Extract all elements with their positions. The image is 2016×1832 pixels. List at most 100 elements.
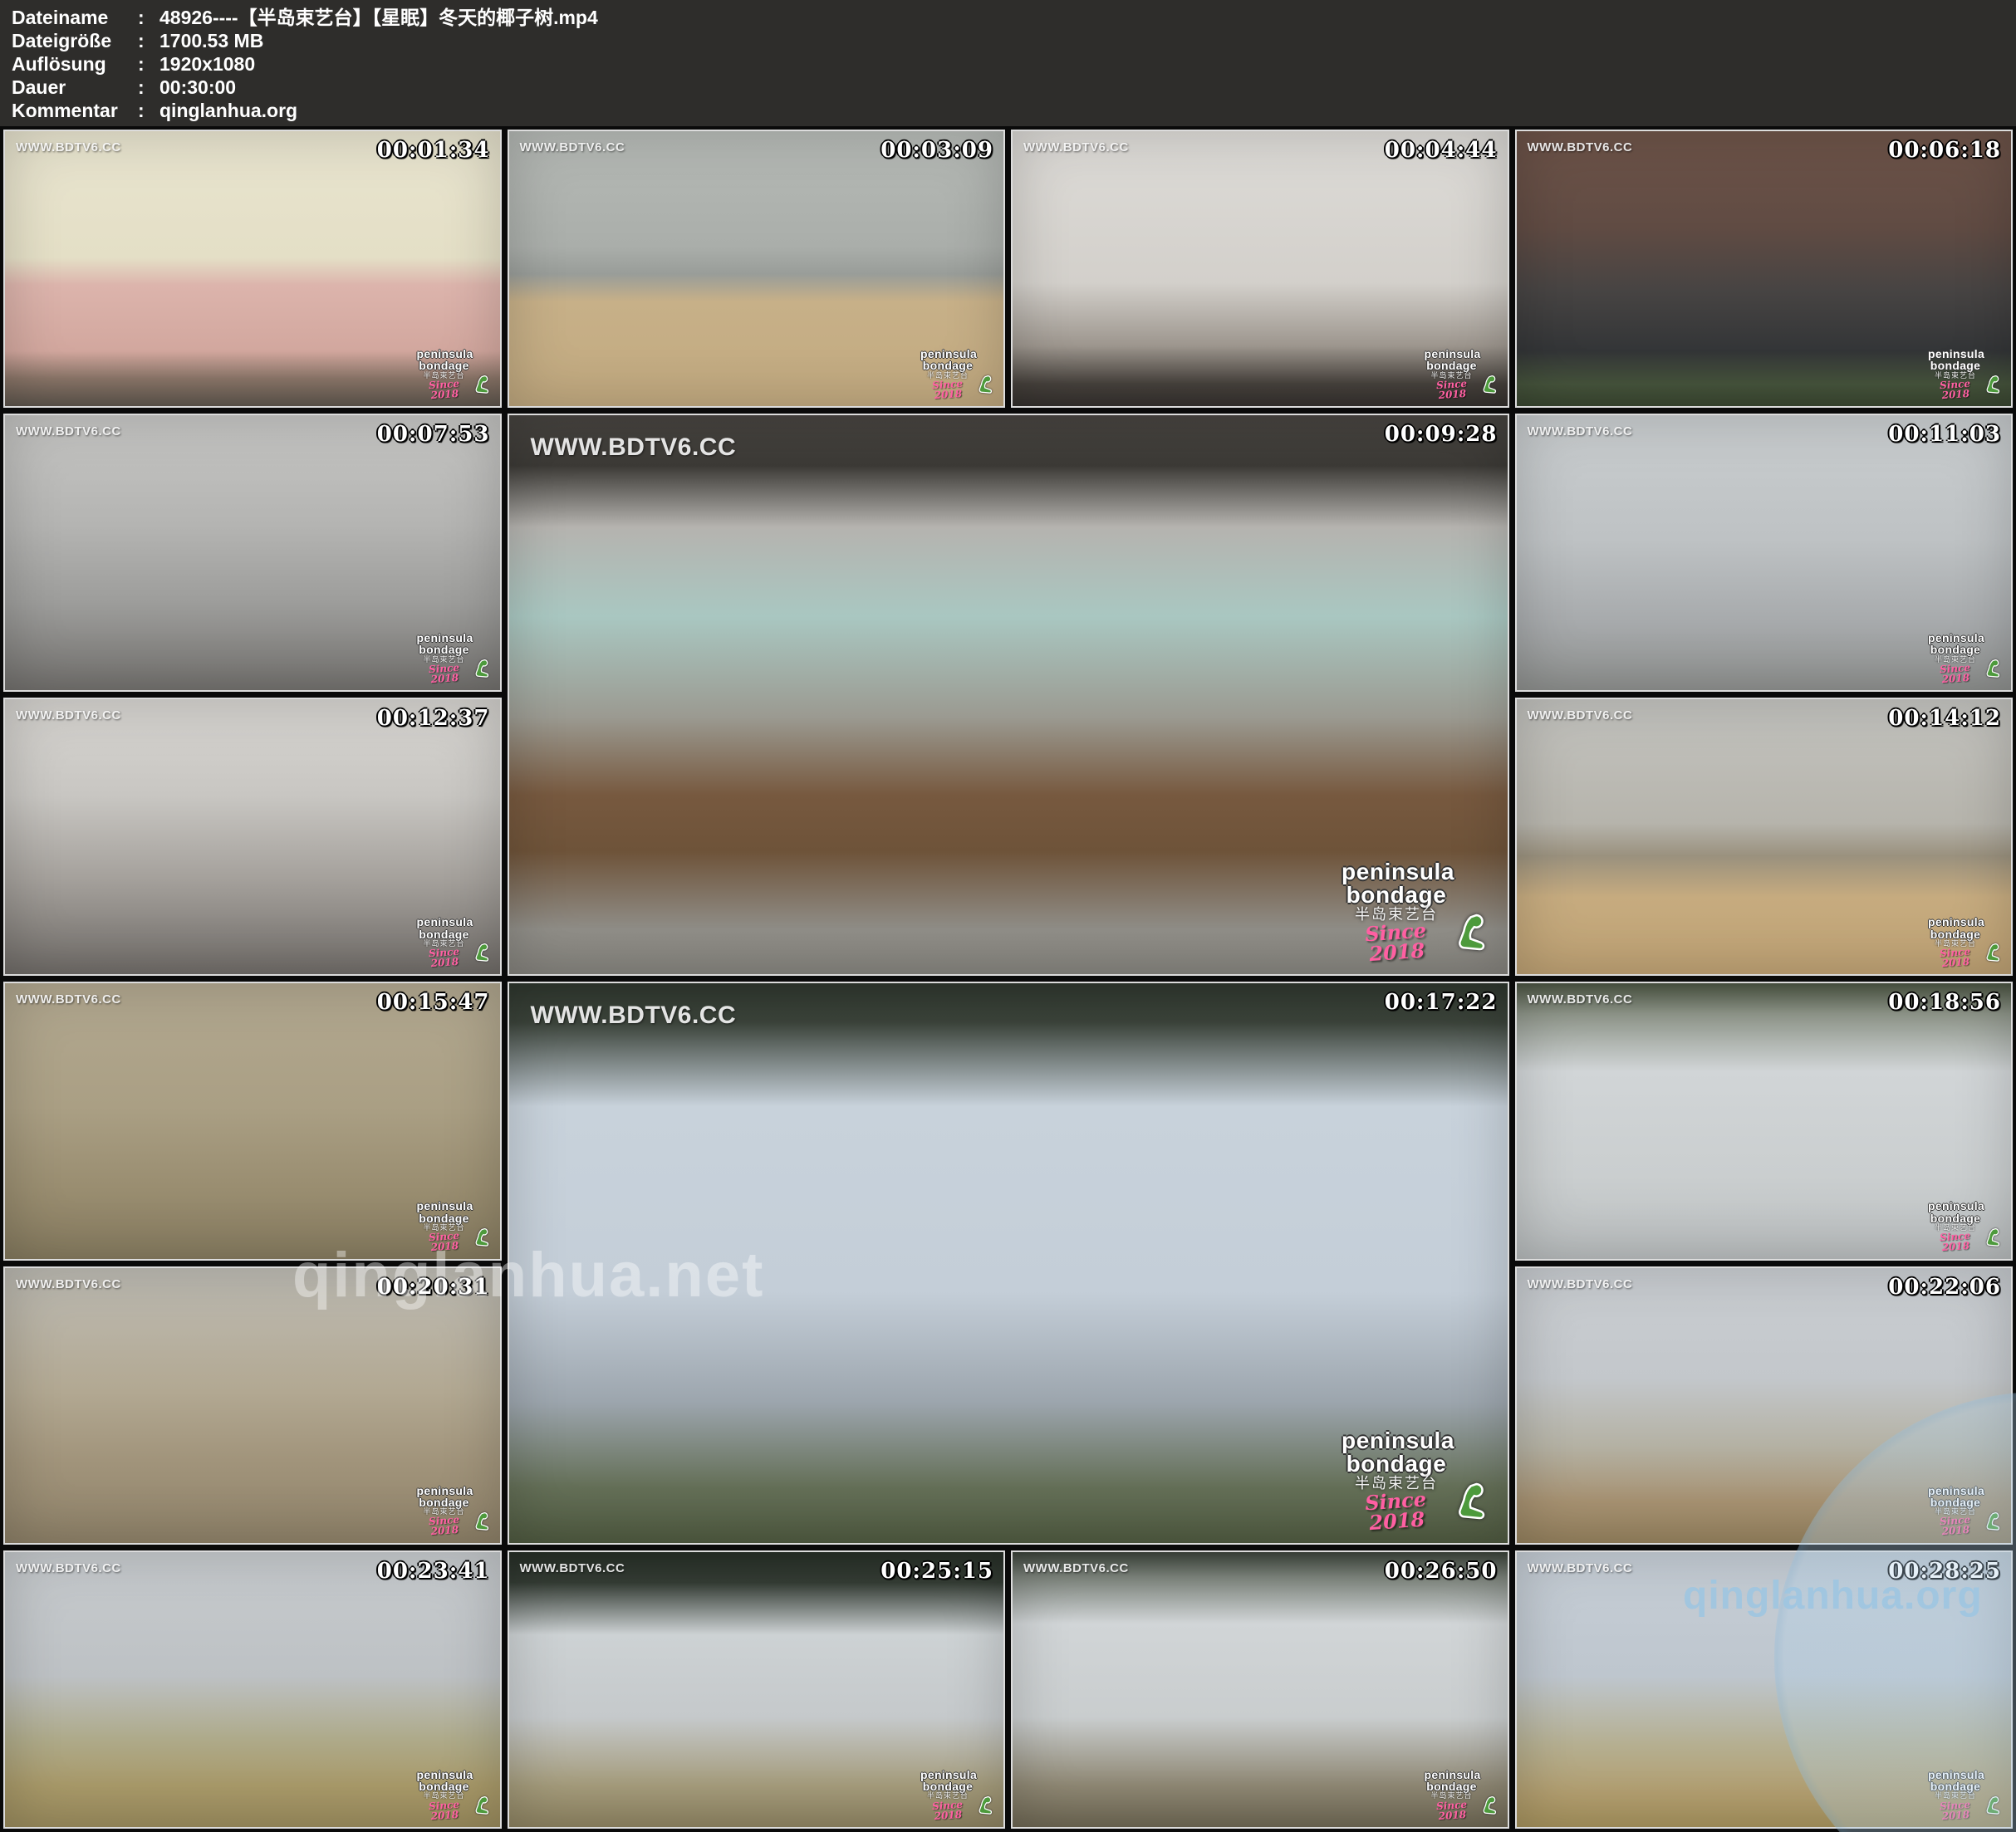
video-thumbnail-glass-facade: WWW.BDTV6.CC 00:11:03 peninsula bondage …: [1515, 414, 2014, 692]
peninsula-bondage-logo: peninsula bondage 半岛束艺台 Since 2018: [417, 1200, 492, 1252]
peninsula-bondage-logo: peninsula bondage 半岛束艺台 Since 2018: [1342, 860, 1491, 963]
kneeling-figure-icon: [473, 1227, 492, 1251]
peninsula-bondage-logo: peninsula bondage 半岛束艺台 Since 2018: [1928, 632, 2003, 683]
site-watermark: WWW.BDTV6.CC: [16, 1561, 121, 1575]
file-info-row: Dateiname : 48926----【半岛束艺台】【星眠】冬天的椰子树.m…: [12, 6, 2016, 29]
logo-brand-line2: bondage: [417, 1212, 472, 1224]
peninsula-bondage-logo: peninsula bondage 半岛束艺台 Since 2018: [417, 1769, 492, 1820]
logo-since-line: Since 2018: [416, 377, 473, 401]
kneeling-figure-icon: [473, 943, 492, 966]
peninsula-bondage-logo: peninsula bondage 半岛束艺台 Since 2018: [920, 1769, 995, 1820]
site-watermark: WWW.BDTV6.CC: [520, 140, 625, 154]
logo-since-line: Since 2018: [1340, 918, 1452, 967]
logo-brand-line1: peninsula: [417, 632, 472, 644]
timestamp-overlay: 00:28:25: [1888, 1559, 2001, 1584]
video-thumbnail-indoor-hallway: WWW.BDTV6.CC 00:04:44 peninsula bondage …: [1011, 130, 1509, 408]
video-thumbnail-field-sky-figure: WWW.BDTV6.CC 00:22:06 peninsula bondage …: [1515, 1266, 2014, 1545]
kneeling-figure-icon: [1481, 1795, 1499, 1819]
timestamp-overlay: 00:14:12: [1888, 706, 2001, 731]
logo-since-line: Since 2018: [1424, 377, 1480, 401]
video-thumbnail-palm-tree-sky: WWW.BDTV6.CC 00:18:56 peninsula bondage …: [1515, 982, 2014, 1260]
logo-brand-line1: peninsula: [1425, 348, 1479, 360]
logo-brand-line2: bondage: [1928, 928, 1983, 940]
timestamp-overlay: 00:03:09: [880, 138, 993, 163]
thumbnail-grid: WWW.BDTV6.CC 00:01:34 peninsula bondage …: [0, 126, 2016, 1832]
site-watermark: WWW.BDTV6.CC: [1023, 1561, 1129, 1575]
timestamp-overlay: 00:15:47: [377, 990, 490, 1015]
video-thumbnail-palm-fronds-field: WWW.BDTV6.CC 00:26:50 peninsula bondage …: [1011, 1550, 1509, 1829]
site-watermark: WWW.BDTV6.CC: [16, 1277, 121, 1291]
logo-brand-line1: peninsula: [417, 1485, 472, 1496]
video-thumbnail-leaning-palm-trunk: WWW.BDTV6.CC 00:23:41 peninsula bondage …: [3, 1550, 502, 1829]
logo-brand-line1: peninsula: [1928, 1485, 1983, 1496]
kneeling-figure-icon: [473, 375, 492, 398]
logo-brand-line1: peninsula: [1928, 348, 1983, 360]
site-watermark: WWW.BDTV6.CC: [1528, 140, 1633, 154]
site-watermark: WWW.BDTV6.CC: [520, 1561, 625, 1575]
peninsula-bondage-logo: peninsula bondage 半岛束艺台 Since 2018: [417, 916, 492, 967]
logo-brand-line2: bondage: [1928, 644, 1983, 655]
kneeling-figure-icon: [977, 375, 995, 398]
logo-since-line: Since 2018: [1927, 946, 1984, 970]
logo-brand-line2: bondage: [1928, 360, 1983, 371]
timestamp-overlay: 00:04:44: [1385, 138, 1498, 163]
kneeling-figure-icon: [1984, 1511, 2003, 1535]
logo-brand-line2: bondage: [417, 928, 472, 940]
contact-sheet: Dateiname : 48926----【半岛束艺台】【星眠】冬天的椰子树.m…: [0, 0, 2016, 1832]
peninsula-bondage-logo: peninsula bondage 半岛束艺台 Since 2018: [1928, 1769, 2003, 1820]
file-info-value: 1700.53 MB: [159, 29, 2016, 52]
timestamp-overlay: 00:25:15: [880, 1559, 993, 1584]
kneeling-figure-icon: [1481, 375, 1499, 398]
kneeling-figure-icon: [473, 659, 492, 682]
site-watermark: WWW.BDTV6.CC: [16, 992, 121, 1007]
logo-brand-line1: peninsula: [1342, 860, 1451, 884]
peninsula-bondage-logo: peninsula bondage 半岛束艺台 Since 2018: [1928, 916, 2003, 967]
site-watermark: WWW.BDTV6.CC: [1528, 1561, 1633, 1575]
video-thumbnail-office-interior: WWW.BDTV6.CC 00:09:28 peninsula bondage …: [508, 414, 1509, 976]
logo-since-line: Since 2018: [1927, 1230, 1984, 1254]
video-thumbnail-staircase-graffiti: WWW.BDTV6.CC 00:12:37 peninsula bondage …: [3, 698, 502, 976]
logo-brand-line1: peninsula: [417, 916, 472, 928]
file-info-value: 00:30:00: [159, 76, 2016, 99]
file-info-row: Kommentar : qinglanhua.org: [12, 99, 2016, 122]
logo-brand-line1: peninsula: [1928, 1200, 1983, 1212]
site-watermark: WWW.BDTV6.CC: [1023, 140, 1129, 154]
file-info-label: Dateigröße: [12, 29, 138, 52]
logo-since-line: Since 2018: [1927, 377, 1984, 401]
file-info-label: Dateiname: [12, 6, 138, 29]
logo-brand-line2: bondage: [920, 360, 975, 371]
peninsula-bondage-logo: peninsula bondage 半岛束艺台 Since 2018: [920, 348, 995, 399]
file-info-separator: :: [138, 6, 159, 29]
file-info-separator: :: [138, 99, 159, 122]
timestamp-overlay: 00:17:22: [1385, 990, 1498, 1015]
peninsula-bondage-logo: peninsula bondage 半岛束艺台 Since 2018: [1928, 1200, 2003, 1252]
logo-brand-line2: bondage: [1928, 1212, 1983, 1224]
timestamp-overlay: 00:26:50: [1385, 1559, 1498, 1584]
timestamp-overlay: 00:12:37: [377, 706, 490, 731]
logo-brand-line1: peninsula: [1342, 1428, 1451, 1452]
kneeling-figure-icon: [1454, 913, 1491, 959]
timestamp-overlay: 00:07:53: [377, 422, 490, 447]
kneeling-figure-icon: [1984, 659, 2003, 682]
timestamp-overlay: 00:01:34: [377, 138, 490, 163]
peninsula-bondage-logo: peninsula bondage 半岛束艺台 Since 2018: [417, 632, 492, 683]
timestamp-overlay: 00:09:28: [1385, 422, 1498, 447]
timestamp-overlay: 00:22:06: [1888, 1275, 2001, 1300]
logo-brand-line1: peninsula: [1928, 632, 1983, 644]
logo-brand-line2: bondage: [417, 360, 472, 371]
kneeling-figure-icon: [1984, 375, 2003, 398]
file-info-separator: :: [138, 29, 159, 52]
logo-brand-line2: bondage: [1342, 1452, 1451, 1476]
kneeling-figure-icon: [473, 1511, 492, 1535]
logo-brand-line1: peninsula: [920, 1769, 975, 1781]
site-watermark: WWW.BDTV6.CC: [531, 434, 737, 462]
video-thumbnail-concrete-room: WWW.BDTV6.CC 00:07:53 peninsula bondage …: [3, 414, 502, 692]
peninsula-bondage-logo: peninsula bondage 半岛束艺台 Since 2018: [1425, 1769, 1499, 1820]
logo-brand-line1: peninsula: [1928, 916, 1983, 928]
logo-brand-line1: peninsula: [920, 348, 975, 360]
logo-brand-line1: peninsula: [417, 348, 472, 360]
logo-brand-line1: peninsula: [1425, 1769, 1479, 1781]
peninsula-bondage-logo: peninsula bondage 半岛束艺台 Since 2018: [1342, 1428, 1491, 1531]
video-thumbnail-plaza-palm-tree: WWW.BDTV6.CC 00:14:12 peninsula bondage …: [1515, 698, 2014, 976]
file-info-value: 48926----【半岛束艺台】【星眠】冬天的椰子树.mp4: [159, 6, 2016, 29]
